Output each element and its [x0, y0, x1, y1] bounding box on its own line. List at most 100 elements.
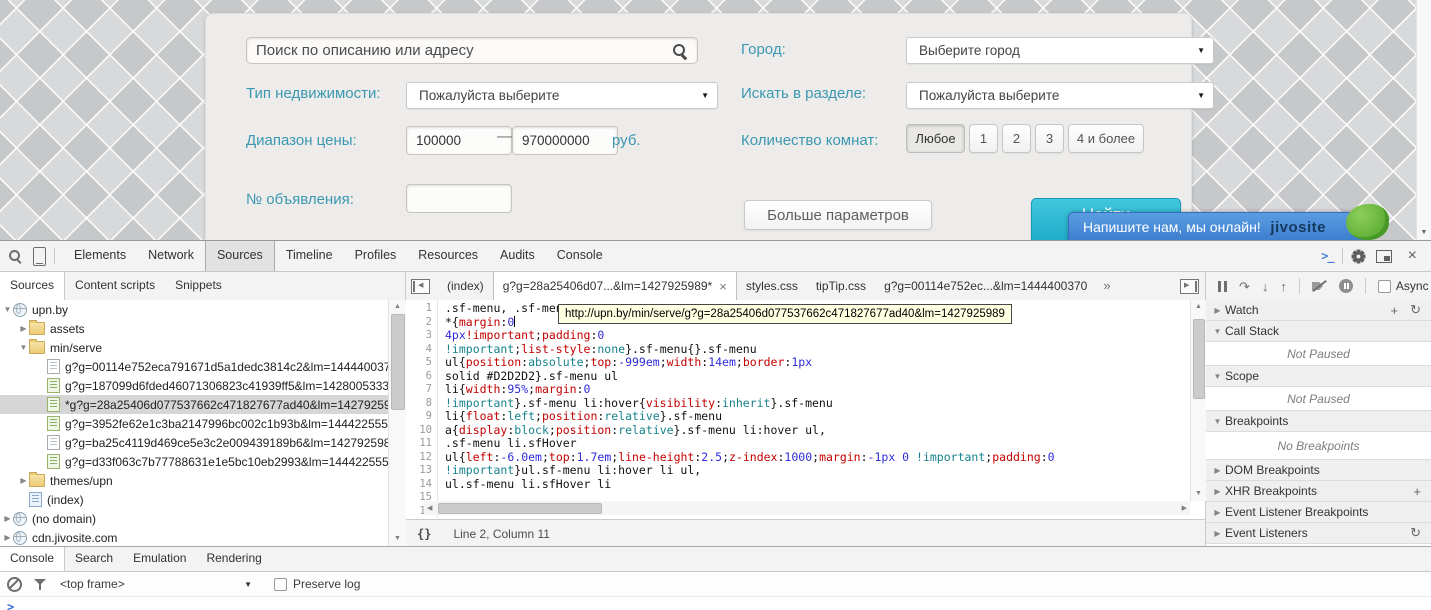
navigator-tab-content-scripts[interactable]: Content scripts [65, 272, 165, 300]
code-line[interactable]: li{width:95%;margin:0 [445, 383, 1190, 397]
line-number[interactable]: 9 [406, 410, 437, 424]
code-line[interactable]: !important}ul.sf-menu li:hover li ul, [445, 464, 1190, 478]
line-number[interactable]: 7 [406, 383, 437, 397]
line-number[interactable]: 8 [406, 397, 437, 411]
devtools-tab-resources[interactable]: Resources [407, 241, 489, 271]
inspect-element-icon[interactable] [8, 249, 23, 264]
console-drawer-icon[interactable] [1321, 249, 1333, 263]
expander-closed-icon[interactable]: ▶ [1212, 487, 1223, 496]
code-line[interactable]: a{display:block;position:relative}.sf-me… [445, 424, 1190, 438]
sidebar-section-xhr-breakpoints[interactable]: ▶XHR Breakpoints+ [1206, 481, 1431, 502]
rooms-option-2[interactable]: 2 [1002, 124, 1031, 153]
frame-selector[interactable]: <top frame> ▼ [60, 577, 252, 591]
scrollbar-thumb[interactable] [438, 503, 602, 514]
rooms-option-3[interactable]: 3 [1035, 124, 1064, 153]
code-line[interactable]: 4px!important;padding:0 [445, 329, 1190, 343]
tree-item[interactable]: g?g=187099d6fded46071306823c41939ff5&lm=… [0, 376, 388, 395]
jivosite-leaf-icon[interactable] [1346, 204, 1389, 240]
expander-open-icon[interactable]: ▼ [1212, 417, 1223, 426]
jivosite-chat-widget[interactable]: Напишите нам, мы онлайн! jivosite [1068, 212, 1371, 240]
tree-item[interactable]: ▶(no domain) [0, 509, 388, 528]
code-line[interactable]: solid #D2D2D2}.sf-menu ul [445, 370, 1190, 384]
line-number[interactable]: 3 [406, 329, 437, 343]
file-tree-scrollbar[interactable] [388, 300, 406, 546]
devtools-tab-timeline[interactable]: Timeline [275, 241, 344, 271]
code-line[interactable]: ul.sf-menu li.sfHover li [445, 478, 1190, 492]
hide-navigator-icon[interactable] [411, 279, 430, 294]
devtools-tab-sources[interactable]: Sources [205, 241, 275, 271]
tabs-overflow-chevron[interactable]: » [1096, 272, 1117, 300]
console-prompt[interactable]: > [0, 597, 1431, 610]
sidebar-section-event-listeners[interactable]: ▶Event Listeners↻ [1206, 523, 1431, 544]
line-number[interactable]: 4 [406, 343, 437, 357]
gear-icon[interactable] [1351, 249, 1366, 264]
step-over-icon[interactable]: ↷ [1239, 280, 1250, 293]
preserve-log-checkbox[interactable] [274, 578, 287, 591]
line-number[interactable]: 2 [406, 316, 437, 330]
async-checkbox[interactable] [1378, 280, 1391, 293]
device-mode-icon[interactable] [33, 247, 46, 266]
expander-closed-icon[interactable]: ▶ [1212, 508, 1223, 517]
drawer-tab-rendering[interactable]: Rendering [196, 547, 271, 571]
tree-item[interactable]: ▼min/serve [0, 338, 388, 357]
close-tab-icon[interactable]: × [719, 280, 727, 293]
pretty-print-icon[interactable]: {} [417, 527, 431, 541]
section-select[interactable]: Пожалуйста выберите ▼ [906, 82, 1214, 109]
expander-open-icon[interactable]: ▼ [1212, 372, 1223, 381]
scrollbar-thumb[interactable] [391, 314, 405, 410]
code-editor[interactable]: 12345678910111213141516 .sf-menu, .sf-me… [406, 300, 1190, 519]
tree-item[interactable]: (index) [0, 490, 388, 509]
editor-tab-3[interactable]: tipTip.css [807, 272, 875, 300]
expander-closed-icon[interactable]: ▶ [1212, 306, 1223, 315]
clear-console-icon[interactable] [7, 577, 22, 592]
devtools-tab-console[interactable]: Console [546, 241, 614, 271]
code-line[interactable]: ul{position:absolute;top:-999em;width:14… [445, 356, 1190, 370]
scroll-right-arrow-icon[interactable] [1182, 505, 1187, 513]
line-number[interactable]: 10 [406, 424, 437, 438]
add-icon[interactable]: + [1413, 484, 1421, 499]
editor-tab-2[interactable]: styles.css [737, 272, 807, 300]
drawer-tab-emulation[interactable]: Emulation [123, 547, 196, 571]
editor-tab-0[interactable]: (index) [438, 272, 493, 300]
ad-number-input[interactable] [406, 184, 512, 213]
code-content[interactable]: .sf-menu, .sf-menu*{margin:04px!importan… [445, 302, 1190, 518]
tree-item[interactable]: g?g=00114e752eca791671d5a1dedc3814c2&lm=… [0, 357, 388, 376]
scrollbar-thumb[interactable] [1193, 319, 1205, 399]
page-scrollbar[interactable] [1416, 0, 1431, 240]
tree-item[interactable]: ▶cdn.jivosite.com [0, 528, 388, 546]
pause-on-exceptions-icon[interactable] [1339, 279, 1353, 293]
tree-item[interactable]: ▶themes/upn [0, 471, 388, 490]
sidebar-section-breakpoints[interactable]: ▼Breakpoints [1206, 411, 1431, 432]
devtools-tab-elements[interactable]: Elements [63, 241, 137, 271]
editor-tab-1[interactable]: g?g=28a25406d07...&lm=1427925989*× [493, 272, 737, 300]
tree-item[interactable]: ▼upn.by [0, 300, 388, 319]
line-number-gutter[interactable]: 12345678910111213141516 [406, 300, 438, 519]
filter-icon[interactable] [34, 579, 47, 590]
navigator-tab-snippets[interactable]: Snippets [165, 272, 232, 300]
scroll-up-arrow-icon[interactable] [1195, 303, 1202, 311]
devtools-tab-audits[interactable]: Audits [489, 241, 546, 271]
close-devtools-icon[interactable] [1408, 248, 1417, 264]
code-line[interactable]: !important;list-style:none}.sf-menu{}.sf… [445, 343, 1190, 357]
tree-item[interactable]: g?g=ba25c4119d469ce5e3c2e009439189b6&lm=… [0, 433, 388, 452]
line-number[interactable]: 13 [406, 464, 437, 478]
step-out-icon[interactable]: ↑ [1280, 280, 1287, 293]
expander-closed-icon[interactable]: ▶ [18, 476, 29, 485]
rooms-option-4[interactable]: 4 и более [1068, 124, 1144, 153]
sidebar-section-dom-breakpoints[interactable]: ▶DOM Breakpoints [1206, 460, 1431, 481]
refresh-icon[interactable]: ↻ [1410, 302, 1421, 318]
scroll-up-arrow-icon[interactable] [394, 303, 401, 311]
property-type-select[interactable]: Пожалуйста выберите ▼ [406, 82, 718, 109]
drawer-tab-search[interactable]: Search [65, 547, 123, 571]
price-to-input[interactable]: 970000000 [512, 126, 618, 155]
code-line[interactable]: ul{left:-6.0em;top:1.7em;line-height:2.5… [445, 451, 1190, 465]
line-number[interactable]: 11 [406, 437, 437, 451]
add-icon[interactable]: + [1391, 303, 1399, 318]
more-params-button[interactable]: Больше параметров [744, 200, 932, 230]
sidebar-section-scope[interactable]: ▼Scope [1206, 366, 1431, 387]
devtools-tab-network[interactable]: Network [137, 241, 205, 271]
deactivate-breakpoints-icon[interactable] [1312, 280, 1327, 292]
expander-closed-icon[interactable]: ▶ [2, 514, 13, 523]
tree-item[interactable]: g?g=d33f063c7b77788631e1e5bc10eb2993&lm=… [0, 452, 388, 471]
code-line[interactable]: !important}.sf-menu li:hover{visibility:… [445, 397, 1190, 411]
